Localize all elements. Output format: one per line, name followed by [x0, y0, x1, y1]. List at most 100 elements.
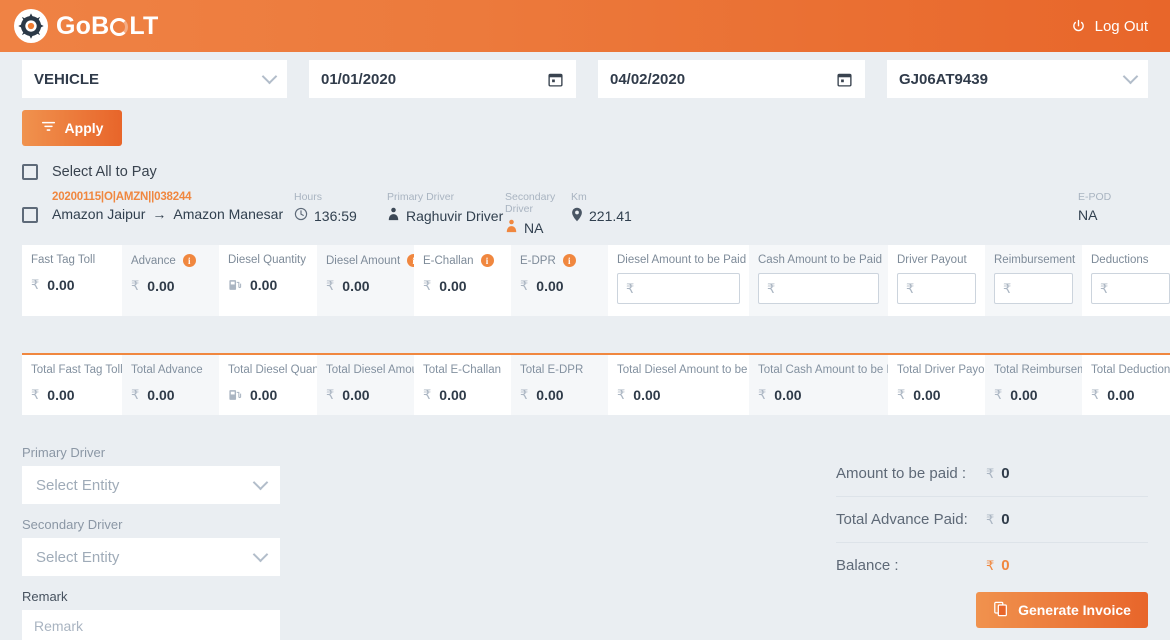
trip-amounts-row: Fast Tag Toll ₹0.00 Advance i ₹0.00 Diesel Qu…: [22, 245, 1170, 316]
data-column-label: Diesel Quantity: [228, 254, 306, 266]
rupee-icon: ₹: [986, 511, 995, 527]
apply-label: Apply: [64, 120, 104, 136]
trip-secondary-driver: Secondary Driver NA: [505, 191, 571, 236]
generate-invoice-button[interactable]: Generate Invoice: [976, 592, 1148, 628]
to-date-input[interactable]: 04/02/2020: [597, 60, 865, 98]
amount-input-wrapper[interactable]: ₹: [617, 273, 740, 304]
person-icon: [387, 207, 400, 224]
form-primary-driver-label: Primary Driver: [22, 445, 106, 460]
rupee-icon: ₹: [131, 387, 140, 402]
total-column-value: 0.00: [1107, 387, 1135, 403]
brand-name-post: LT: [129, 11, 159, 40]
calendar-icon[interactable]: [547, 71, 564, 88]
amount-input-wrapper[interactable]: ₹: [758, 273, 879, 304]
entity-type-select[interactable]: VEHICLE: [22, 60, 287, 98]
data-column-6: Diesel Amount to be Paid ₹: [608, 245, 749, 316]
data-column-value: 0.00: [147, 278, 175, 294]
data-column-value-wrap: ₹0.00: [326, 278, 405, 294]
epod-value: NA: [1078, 207, 1098, 223]
secondary-driver-value: NA: [524, 219, 544, 236]
calendar-icon[interactable]: [836, 71, 853, 88]
rupee-icon: ₹: [626, 280, 635, 296]
total-column-6: Total Diesel Amount to be Paid ₹0.00: [608, 355, 749, 415]
balance-value: 0: [1001, 557, 1010, 574]
data-column-value: 0.00: [47, 277, 75, 293]
apply-button[interactable]: Apply: [22, 110, 122, 146]
trip-epod: E-POD NA: [1078, 191, 1148, 223]
data-column-value-wrap: ₹0.00: [520, 278, 599, 294]
data-column-1: Advance i ₹0.00: [122, 245, 219, 316]
total-column-value: 0.00: [47, 387, 75, 403]
data-column-0: Fast Tag Toll ₹0.00: [22, 245, 122, 316]
select-all-label: Select All to Pay: [52, 164, 157, 180]
filter-row: VEHICLE 01/01/2020 04/02/2020 GJ06AT9439: [22, 60, 1149, 98]
vehicle-select[interactable]: GJ06AT9439: [886, 60, 1149, 98]
total-column-7: Total Cash Amount to be Paid ₹0.00: [749, 355, 888, 415]
trip-card: 20200115|O|AMZN||038244 Amazon Jaipur → …: [0, 180, 1170, 236]
rupee-icon: ₹: [617, 387, 626, 402]
data-column-label: Driver Payout: [897, 254, 967, 266]
hours-value: 136:59: [314, 207, 357, 224]
amount-input-wrapper[interactable]: ₹: [994, 273, 1073, 304]
amount-input[interactable]: [634, 281, 731, 296]
total-column-value: 0.00: [774, 387, 802, 403]
data-column-value: 0.00: [439, 278, 467, 294]
from-date-value: 01/01/2020: [321, 70, 397, 88]
amount-input-wrapper[interactable]: ₹: [1091, 273, 1170, 304]
total-column-8: Total Driver Payout ₹0.00: [888, 355, 985, 415]
data-column-label: E-DPR i: [520, 254, 599, 267]
trip-identity: 20200115|O|AMZN||038244 Amazon Jaipur → …: [52, 191, 294, 222]
remark-textarea[interactable]: Remark: [22, 610, 280, 640]
rupee-icon: ₹: [1091, 387, 1100, 402]
rupee-icon: ₹: [423, 387, 432, 402]
info-icon[interactable]: i: [480, 254, 494, 267]
amount-input-wrapper[interactable]: ₹: [897, 273, 976, 304]
primary-driver-value: Raghuvir Driver: [406, 207, 504, 224]
brand-logo[interactable]: GoB LT: [14, 9, 158, 43]
form-secondary-driver-select[interactable]: Select Entity: [22, 538, 280, 576]
trip-km: Km 221.41: [571, 191, 711, 225]
app-header: GoB LT Log Out: [0, 0, 1170, 52]
hours-value-wrap: 136:59: [294, 207, 387, 224]
form-secondary-driver-value: Select Entity: [36, 548, 120, 566]
info-icon[interactable]: i: [562, 254, 576, 267]
total-column-value-wrap: ₹0.00: [617, 387, 740, 403]
km-label: Km: [571, 191, 587, 203]
total-column-value: 0.00: [342, 387, 370, 403]
entity-type-field: VEHICLE: [22, 60, 287, 98]
amount-input[interactable]: [1108, 281, 1161, 296]
data-column-label: Cash Amount to be Paid: [758, 254, 883, 266]
amount-to-be-paid-value: 0: [1001, 465, 1010, 482]
summary-amount-to-be-paid: Amount to be paid : ₹ 0: [836, 451, 1148, 497]
total-column-label: Total Fast Tag Toll: [31, 364, 122, 376]
data-column-label: Reimbursement: [994, 254, 1076, 266]
total-column-value: 0.00: [439, 387, 467, 403]
data-column-value-wrap: 0.00: [228, 277, 308, 293]
select-all-to-pay[interactable]: Select All to Pay: [0, 146, 1170, 180]
amount-input[interactable]: [775, 281, 870, 296]
select-all-checkbox[interactable]: [22, 164, 38, 180]
balance-value-wrap: ₹ 0: [986, 557, 1010, 574]
trip-hours: Hours 136:59: [294, 191, 387, 224]
total-column-3: Total Diesel Amount ₹0.00: [317, 355, 414, 415]
info-icon[interactable]: i: [407, 254, 414, 267]
entity-type-value: VEHICLE: [34, 70, 100, 88]
remark-label: Remark: [22, 589, 68, 604]
info-icon[interactable]: i: [182, 254, 196, 267]
secondary-driver-value-wrap: NA: [505, 219, 571, 236]
total-column-value: 0.00: [633, 387, 661, 403]
primary-driver-label: Primary Driver: [387, 191, 455, 203]
amount-input[interactable]: [914, 281, 967, 296]
trip-row-checkbox[interactable]: [22, 206, 38, 223]
amount-input[interactable]: [1011, 281, 1064, 296]
form-primary-driver-select[interactable]: Select Entity: [22, 466, 280, 504]
logout-button[interactable]: Log Out: [1071, 18, 1148, 35]
data-column-label: Advance i: [131, 254, 210, 267]
chevron-down-icon: [252, 546, 269, 563]
amounts-table-scroller[interactable]: Fast Tag Toll ₹0.00 Advance i ₹0.00 Diesel Qu…: [0, 236, 1170, 415]
logout-label: Log Out: [1094, 17, 1148, 35]
total-column-value-wrap: ₹0.00: [423, 387, 502, 403]
fuel-pump-icon: [228, 388, 242, 402]
from-date-input[interactable]: 01/01/2020: [309, 60, 576, 98]
total-column-0: Total Fast Tag Toll ₹0.00: [22, 355, 122, 415]
